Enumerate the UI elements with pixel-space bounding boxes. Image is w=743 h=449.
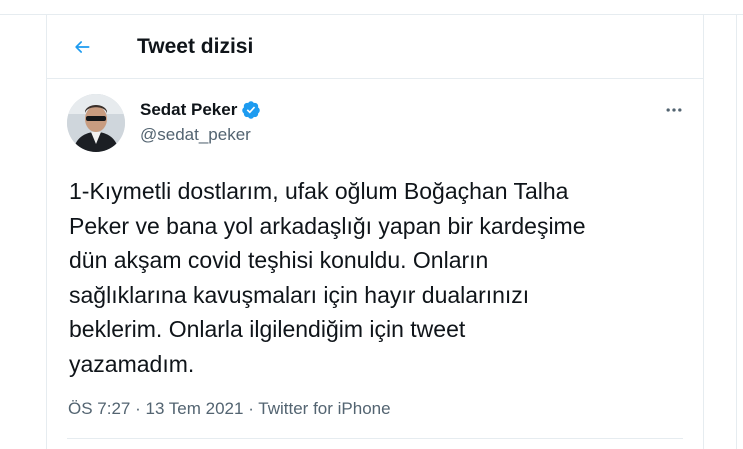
tweet-text: 1-Kıymetli dostlarım, ufak oğlum Boğaçha… [69,178,586,377]
tweet-date[interactable]: 13 Tem 2021 [145,399,243,418]
tweet-source[interactable]: Twitter for iPhone [258,399,390,418]
avatar[interactable] [67,94,125,152]
meta-divider [67,438,683,439]
page-title: Tweet dizisi [137,35,254,58]
verified-badge-icon [241,100,261,120]
meta-separator: · [243,399,259,418]
tweet-thread-page: Tweet dizisi Sedat Peker @sedat_peker 1-… [0,0,743,449]
author-name[interactable]: Sedat Peker [140,99,237,121]
primary-column: Tweet dizisi Sedat Peker @sedat_peker 1-… [46,14,704,449]
profile-photo [67,94,125,152]
tweet-metadata: ÖS 7:27 · 13 Tem 2021 · Twitter for iPho… [68,398,391,420]
right-panel-edge [736,14,743,449]
author-handle[interactable]: @sedat_peker [140,124,251,146]
back-button[interactable] [65,30,99,64]
more-dots-icon [664,100,684,120]
arrow-left-icon [72,37,92,57]
more-options-button[interactable] [657,98,691,122]
page-header: Tweet dizisi [47,14,703,79]
author-name-row[interactable]: Sedat Peker [140,99,261,121]
tweet-time[interactable]: ÖS 7:27 [68,399,130,418]
meta-separator: · [130,399,146,418]
